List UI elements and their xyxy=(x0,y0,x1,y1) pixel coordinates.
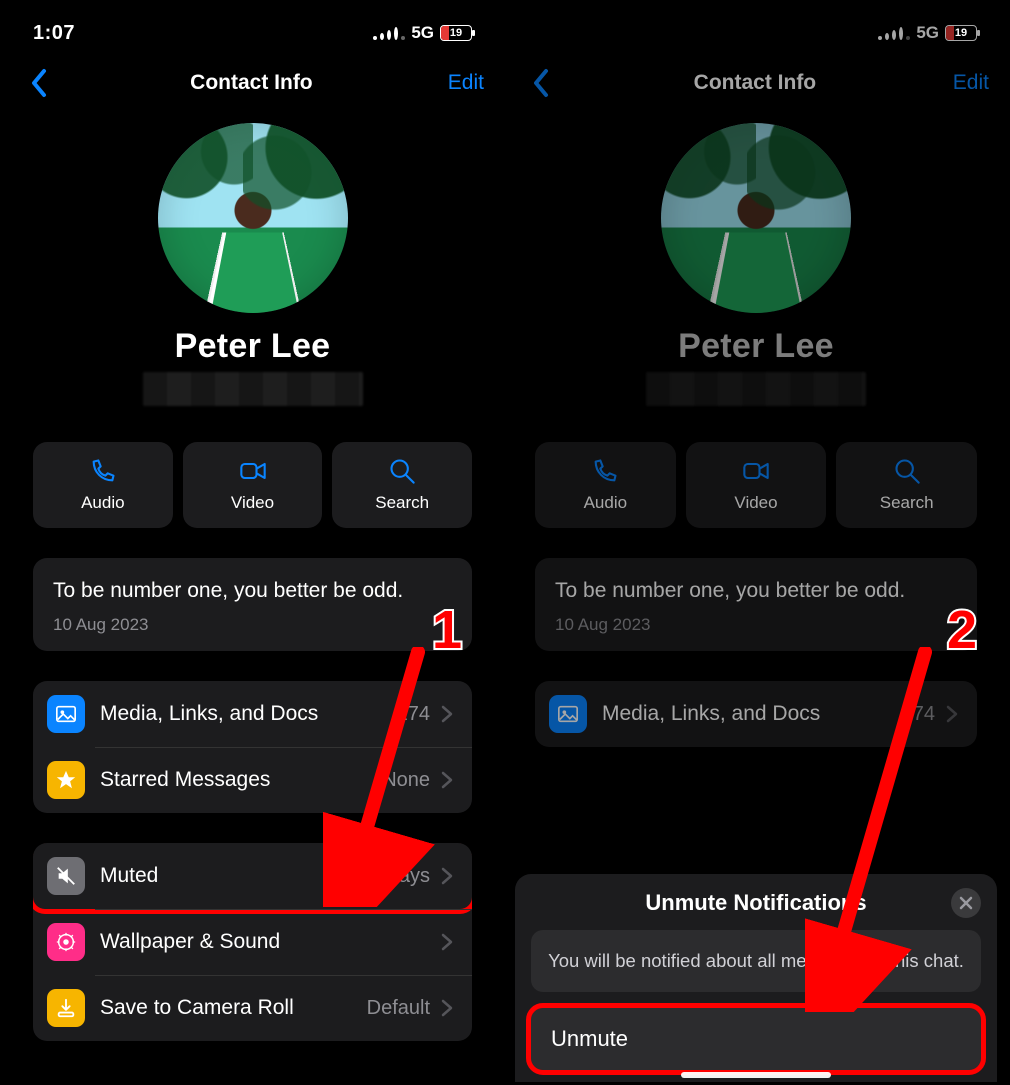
avatar[interactable] xyxy=(661,123,851,313)
chevron-right-icon xyxy=(440,933,458,951)
status-time: 1:07 xyxy=(33,22,75,45)
profile-section: Peter Lee xyxy=(505,109,1007,412)
chevron-right-icon xyxy=(440,705,458,723)
row-label: Media, Links, and Docs xyxy=(100,702,385,726)
video-icon xyxy=(742,457,770,485)
back-button[interactable] xyxy=(21,66,55,100)
row-label: Wallpaper & Sound xyxy=(100,930,430,954)
row-label: Media, Links, and Docs xyxy=(602,702,890,726)
settings-group-1: Media, Links, and Docs 274 xyxy=(535,681,977,747)
contact-name: Peter Lee xyxy=(3,327,502,366)
about-date: 10 Aug 2023 xyxy=(555,615,957,635)
cellular-signal-icon xyxy=(373,26,405,40)
action-sheet: Unmute Notifications You will be notifie… xyxy=(515,874,997,1082)
mute-icon xyxy=(47,857,85,895)
panel-2: 5G 19 Contact Info Edit Peter Lee xyxy=(505,0,1010,1085)
row-save-camera-roll[interactable]: Save to Camera Roll Default xyxy=(33,975,472,1041)
row-muted[interactable]: Muted Always xyxy=(33,843,472,909)
cellular-signal-icon xyxy=(878,26,910,40)
wallpaper-icon xyxy=(47,923,85,961)
contact-name: Peter Lee xyxy=(505,327,1007,366)
star-icon xyxy=(47,761,85,799)
about-date: 10 Aug 2023 xyxy=(53,615,452,635)
battery-icon: 19 xyxy=(440,25,472,41)
row-starred-messages[interactable]: Starred Messages None xyxy=(33,747,472,813)
row-value: Default xyxy=(367,997,430,1020)
unmute-button[interactable]: Unmute xyxy=(531,1008,981,1070)
action-row: Audio Video Search xyxy=(505,412,1007,528)
profile-section: Peter Lee xyxy=(3,109,502,412)
edit-button[interactable]: Edit xyxy=(953,71,989,95)
page-title: Contact Info xyxy=(694,71,816,95)
battery-pct: 19 xyxy=(946,27,976,39)
search-button[interactable]: Search xyxy=(332,442,472,528)
chevron-right-icon xyxy=(440,771,458,789)
row-label: Muted xyxy=(100,864,355,888)
phone-number-redacted xyxy=(646,372,866,406)
chevron-left-icon xyxy=(29,68,47,98)
download-icon xyxy=(47,989,85,1027)
row-label: Starred Messages xyxy=(100,768,370,792)
close-icon xyxy=(959,896,973,910)
action-row: Audio Video Search xyxy=(3,412,502,528)
nav-header: Contact Info Edit xyxy=(505,57,1007,109)
network-type: 5G xyxy=(916,23,939,43)
video-icon xyxy=(239,457,267,485)
status-bar: 1:07 5G 19 xyxy=(3,3,502,57)
audio-call-button[interactable]: Audio xyxy=(535,442,676,528)
sheet-title: Unmute Notifications xyxy=(645,890,866,916)
nav-header: Contact Info Edit xyxy=(3,57,502,109)
search-button[interactable]: Search xyxy=(836,442,977,528)
status-right: 5G 19 xyxy=(878,23,977,43)
row-value: 274 xyxy=(902,703,935,726)
chevron-right-icon xyxy=(440,999,458,1017)
about-card[interactable]: To be number one, you better be odd. 10 … xyxy=(535,558,977,651)
row-value: Always xyxy=(367,865,430,888)
row-label: Save to Camera Roll xyxy=(100,996,355,1020)
audio-label: Audio xyxy=(81,493,124,513)
photo-icon xyxy=(549,695,587,733)
search-icon xyxy=(893,457,921,485)
chevron-left-icon xyxy=(531,68,549,98)
row-wallpaper-sound[interactable]: Wallpaper & Sound xyxy=(33,909,472,975)
video-call-button[interactable]: Video xyxy=(183,442,323,528)
settings-group-2: Muted Always Wallpaper & Sound Save to C… xyxy=(33,843,472,1041)
settings-group-1: Media, Links, and Docs 274 Starred Messa… xyxy=(33,681,472,813)
search-icon xyxy=(388,457,416,485)
status-right: 5G 19 xyxy=(373,23,472,43)
video-call-button[interactable]: Video xyxy=(686,442,827,528)
avatar[interactable] xyxy=(158,123,348,313)
panel-1: 1:07 5G 19 Contact Info Edit Peter Lee xyxy=(0,0,505,1085)
chevron-right-icon xyxy=(440,867,458,885)
close-button[interactable] xyxy=(951,888,981,918)
edit-button[interactable]: Edit xyxy=(448,71,484,95)
about-text: To be number one, you better be odd. xyxy=(555,577,957,605)
home-indicator[interactable] xyxy=(681,1072,831,1078)
phone-number-redacted xyxy=(143,372,363,406)
row-media-links-docs[interactable]: Media, Links, and Docs 274 xyxy=(535,681,977,747)
battery-icon: 19 xyxy=(945,25,977,41)
row-media-links-docs[interactable]: Media, Links, and Docs 274 xyxy=(33,681,472,747)
page-title: Contact Info xyxy=(190,71,312,95)
video-label: Video xyxy=(231,493,274,513)
battery-pct: 19 xyxy=(441,27,471,39)
photo-icon xyxy=(47,695,85,733)
audio-call-button[interactable]: Audio xyxy=(33,442,173,528)
phone-icon xyxy=(89,457,117,485)
about-card[interactable]: To be number one, you better be odd. 10 … xyxy=(33,558,472,651)
audio-label: Audio xyxy=(584,493,627,513)
status-bar: 5G 19 xyxy=(505,3,1007,57)
phone-icon xyxy=(591,457,619,485)
sheet-message: You will be notified about all messages … xyxy=(531,930,981,992)
row-value: 274 xyxy=(397,703,430,726)
chevron-right-icon xyxy=(945,705,963,723)
search-label: Search xyxy=(880,493,934,513)
search-label: Search xyxy=(375,493,429,513)
row-value: None xyxy=(382,769,430,792)
video-label: Video xyxy=(734,493,777,513)
about-text: To be number one, you better be odd. xyxy=(53,577,452,605)
network-type: 5G xyxy=(411,23,434,43)
back-button[interactable] xyxy=(523,66,557,100)
